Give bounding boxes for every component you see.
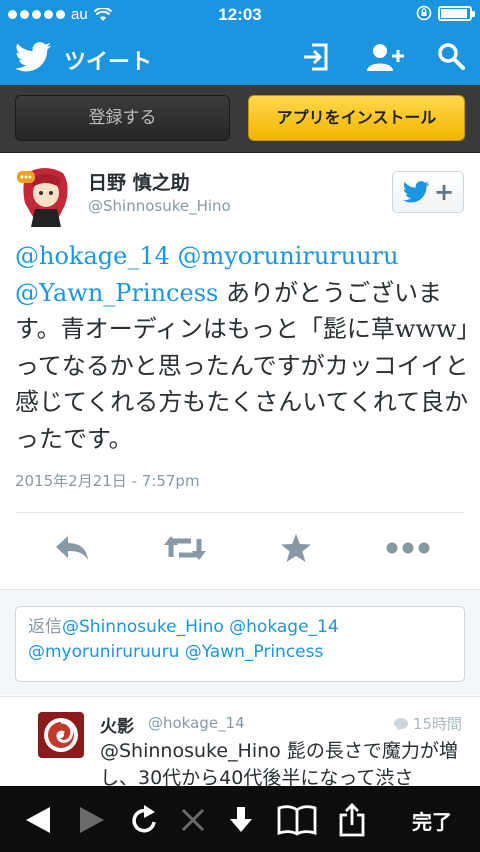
retweet-button[interactable]: [163, 528, 207, 568]
reply-author-name[interactable]: 火影: [100, 712, 134, 737]
speech-bubble-icon: [393, 717, 408, 730]
more-button[interactable]: [386, 528, 430, 568]
download-arrow-icon: [230, 807, 252, 832]
forward-arrow-icon: [80, 807, 104, 833]
more-icon: [386, 542, 430, 554]
reply-button[interactable]: [50, 528, 94, 568]
reload-button[interactable]: [130, 804, 160, 836]
status-bar: au 12:03: [0, 0, 480, 30]
author-handle[interactable]: @Shinnosuke_Hino: [88, 197, 231, 215]
avatar[interactable]: [15, 165, 77, 227]
search-icon[interactable]: [437, 42, 465, 72]
author-name[interactable]: 日野 慎之助: [88, 168, 190, 195]
twitter-bird-icon[interactable]: [14, 42, 52, 72]
download-button[interactable]: [228, 804, 254, 836]
stop-button[interactable]: [180, 804, 206, 836]
add-user-icon[interactable]: [366, 42, 406, 72]
back-button[interactable]: [22, 804, 54, 836]
close-icon: [181, 808, 205, 832]
book-icon: [277, 805, 317, 836]
divider: [0, 696, 480, 697]
retweet-icon: [164, 536, 206, 560]
rotation-lock-icon: [416, 5, 432, 21]
reply-mentions: @Shinnosuke_Hino @hokage_14 @myoruniruru…: [28, 617, 339, 662]
back-arrow-icon: [26, 807, 50, 833]
avatar[interactable]: [38, 712, 84, 758]
star-icon: [281, 534, 311, 562]
register-button[interactable]: 登録する: [15, 95, 230, 141]
page-title: ツイート: [64, 50, 153, 75]
forward-button[interactable]: [76, 804, 108, 836]
reply-icon: [56, 536, 88, 560]
mention-link[interactable]: @hokage_14: [15, 242, 170, 270]
tweet-text: @hokage_14 @myoruniruruuru @Yawn_Princes…: [15, 238, 470, 457]
follow-button[interactable]: +: [392, 171, 464, 213]
reply-text: @Shinnosuke_Hino 髭の長さで魔力が増し、30代から40代後半にな…: [100, 740, 458, 789]
tweet-timestamp[interactable]: 2015年2月21日 - 7:57pm: [15, 470, 200, 491]
twitter-bird-icon: [402, 181, 430, 203]
share-button[interactable]: [338, 803, 366, 837]
divider: [15, 512, 465, 513]
app-header: ツイート: [0, 30, 480, 85]
browser-toolbar: 完了: [0, 786, 480, 852]
done-button[interactable]: 完了: [412, 806, 452, 835]
mention-link[interactable]: @myoruniruruuru: [178, 242, 399, 270]
battery-icon: [438, 5, 475, 21]
favorite-button[interactable]: [274, 528, 318, 568]
reply-time: 15時間: [393, 713, 462, 734]
sign-in-icon[interactable]: [302, 42, 330, 72]
clock: 12:03: [218, 5, 262, 24]
bookmarks-button[interactable]: [277, 804, 317, 836]
install-app-button[interactable]: アプリをインストール: [248, 95, 465, 141]
reload-icon: [132, 805, 156, 833]
reply-prefix: 返信: [28, 617, 62, 637]
reply-author-handle[interactable]: @hokage_14: [148, 714, 245, 732]
reply-input[interactable]: 返信@Shinnosuke_Hino @hokage_14 @myoruniru…: [15, 606, 465, 682]
plus-icon: +: [433, 178, 455, 206]
share-icon: [339, 803, 365, 837]
mention-link[interactable]: @Yawn_Princess: [15, 279, 218, 307]
